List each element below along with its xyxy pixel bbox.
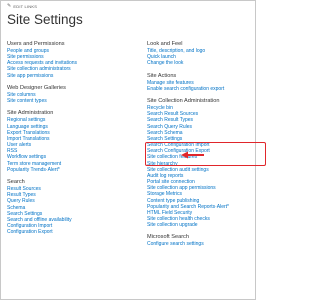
site-settings-page: ✎ EDIT LINKS Site Settings Users and Per… [0,0,266,300]
settings-section-microsoft-search: Microsoft Search Configure search setting… [147,234,253,247]
settings-link-enable-search-configuration-export[interactable]: Enable search configuration export [147,86,253,92]
settings-section-site-administration: Site Administration Regional settings Lang… [7,110,125,172]
section-heading: Site Administration [7,110,54,117]
settings-section-users-and-permissions: Users and Permissions People and groups Si… [7,41,125,79]
page-title: Site Settings [7,12,83,27]
settings-section-search: Search Result Sources Result Types Query Ru… [7,179,125,235]
settings-link-site-collection-upgrade[interactable]: Site collection upgrade [147,222,253,228]
settings-link-configuration-export[interactable]: Configuration Export [7,229,125,235]
section-heading: Users and Permissions [7,41,65,47]
right-settings-column: Look and Feel Title, description, and log… [147,41,253,254]
settings-section-look-and-feel: Look and Feel Title, description, and log… [147,41,253,66]
settings-link-change-the-look[interactable]: Change the look [147,60,253,66]
settings-link-site-content-types[interactable]: Site content types [7,98,125,104]
section-heading: Web Designer Galleries [7,84,66,91]
pencil-icon: ✎ [7,3,12,9]
settings-link-site-app-permissions[interactable]: Site app permissions [7,73,125,79]
edit-links-label: EDIT LINKS [13,3,38,9]
section-heading: Site Collection Administration [147,98,220,105]
settings-link-popularity-trends-alert[interactable]: Popularity Trends·Alert* [7,167,125,173]
section-heading: Search [7,179,25,186]
settings-link-configure-search-settings[interactable]: Configure search settings [147,241,253,247]
settings-section-web-designer-galleries: Web Designer Galleries Site columns Site c… [7,85,125,104]
settings-section-site-actions: Site Actions Manage site features Enable s… [147,73,253,92]
left-settings-column: Users and Permissions People and groups Si… [7,41,125,242]
section-heading: Microsoft Search [147,234,189,241]
settings-section-site-collection-administration: Site Collection Administration Recycle bi… [147,98,253,228]
section-heading: Site Actions [147,72,177,79]
edit-links-button[interactable]: ✎ EDIT LINKS [7,3,37,9]
section-heading: Look and Feel [147,41,183,47]
